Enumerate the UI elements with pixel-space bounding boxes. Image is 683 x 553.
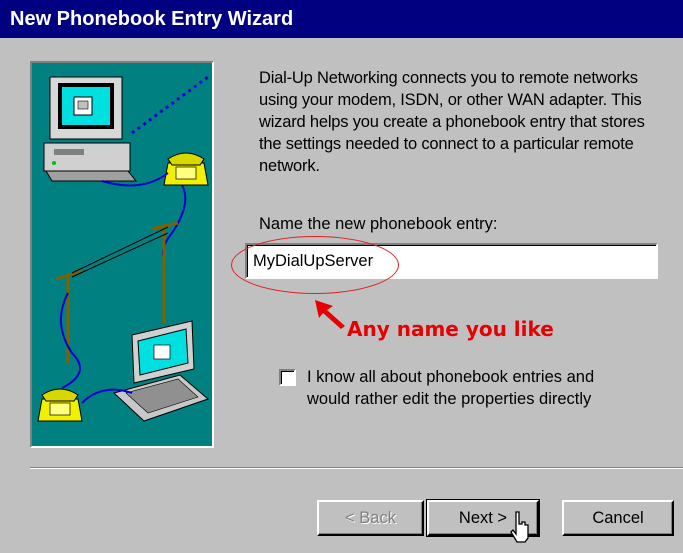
annotation-label: Any name you like <box>347 317 554 341</box>
title-bar[interactable]: New Phonebook Entry Wizard <box>0 0 683 38</box>
wizard-illustration <box>30 61 214 448</box>
separator <box>30 467 683 469</box>
telephone-icon <box>163 152 209 186</box>
intro-text: Dial-Up Networking connects you to remot… <box>259 69 645 175</box>
name-field-label: Name the new phonebook entry: <box>259 215 498 233</box>
edit-properties-checkbox[interactable] <box>279 369 296 386</box>
cancel-button[interactable]: Cancel <box>562 500 674 536</box>
back-button[interactable]: < Back <box>317 500 424 536</box>
laptop-icon <box>113 320 209 422</box>
wizard-window: New Phonebook Entry Wizard Dial-Up Netwo… <box>0 0 683 553</box>
telephone-icon <box>37 388 83 422</box>
annotation-arrow-icon <box>315 300 345 329</box>
edit-properties-label[interactable]: I know all about phonebook entries and w… <box>307 366 594 410</box>
mouse-pointer-icon <box>510 511 529 543</box>
highlight-ellipse <box>231 236 399 294</box>
window-title: New Phonebook Entry Wizard <box>10 8 294 30</box>
desktop-computer-icon <box>43 76 138 182</box>
dialup-network-illustration <box>37 75 209 422</box>
